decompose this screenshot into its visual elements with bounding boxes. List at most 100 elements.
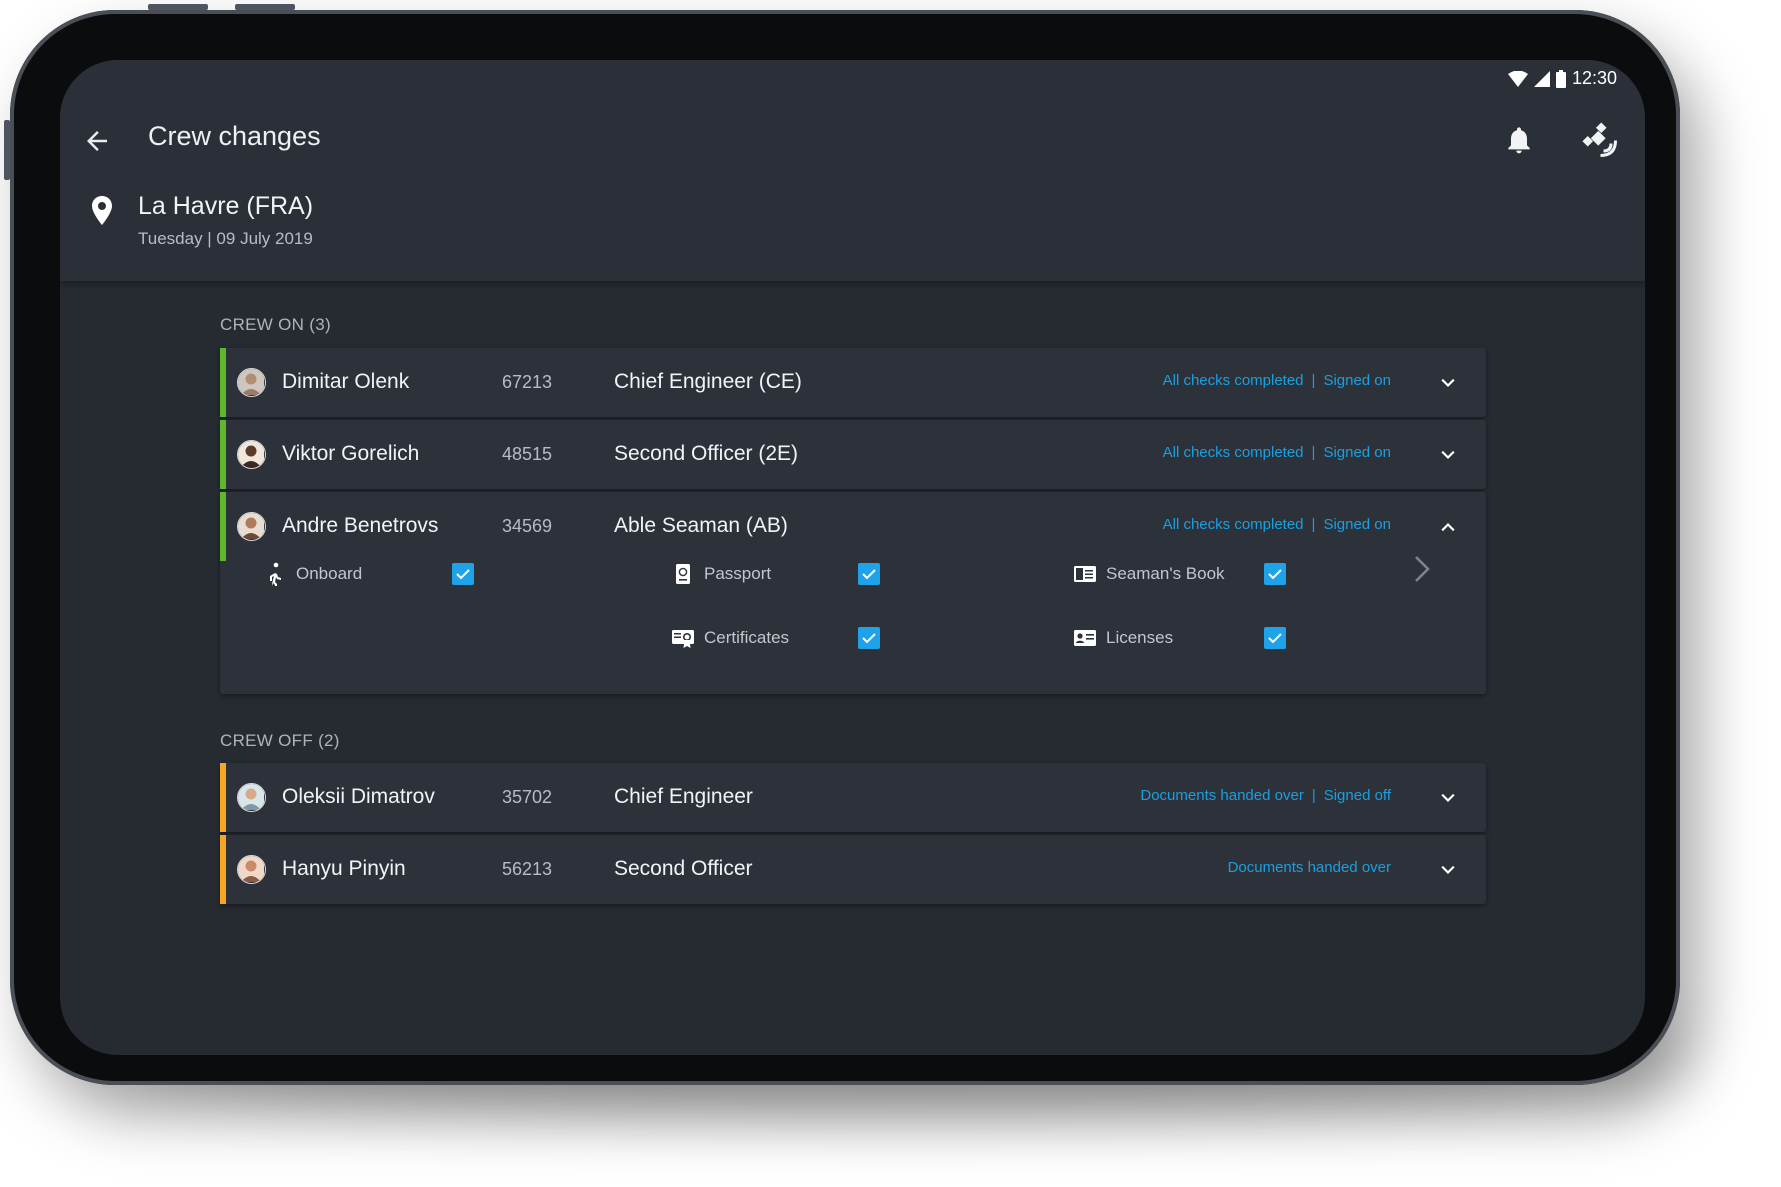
crew-status: All checks completed | Signed on [1163, 516, 1391, 533]
check-icon [862, 569, 876, 580]
crew-off-heading: CREW OFF (2) [220, 731, 340, 750]
avatar [237, 855, 266, 884]
crew-name: Viktor Gorelich [282, 442, 420, 465]
chevron-up-icon[interactable] [1438, 517, 1458, 537]
crew-name: Oleksii Dimatrov [282, 785, 435, 808]
seamans-book-checkbox[interactable] [1264, 563, 1286, 585]
check-label: Passport [704, 564, 772, 583]
crew-role: Second Officer (2E) [614, 442, 799, 465]
sign-status: Signed on [1323, 516, 1391, 533]
page-title: Crew changes [148, 121, 321, 151]
hardware-button-side [4, 120, 10, 180]
avatar [237, 512, 266, 541]
crew-row[interactable]: Hanyu Pinyin 56213 Second Officer Docume… [220, 835, 1486, 904]
certificates-checkbox[interactable] [858, 627, 880, 649]
status-stripe [220, 492, 226, 561]
screen: 12:30 Crew changes La Havre (FRA) Tuesda… [60, 60, 1645, 1055]
back-arrow-icon[interactable] [82, 126, 112, 156]
crew-role: Chief Engineer [614, 785, 753, 808]
crew-name: Hanyu Pinyin [282, 857, 406, 880]
passport-icon [676, 564, 690, 584]
bell-icon[interactable] [1503, 123, 1535, 157]
check-label: Seaman's Book [1106, 564, 1225, 583]
handover-status: Documents handed over [1140, 787, 1304, 804]
hardware-button-top-1 [148, 4, 208, 10]
status-stripe [220, 763, 226, 832]
crew-id: 35702 [502, 787, 553, 807]
crew-row[interactable]: Andre Benetrovs 34569 Able Seaman (AB) A… [220, 492, 1486, 561]
avatar [237, 368, 266, 397]
app-bar: Crew changes [60, 108, 1645, 174]
tablet-frame: 12:30 Crew changes La Havre (FRA) Tuesda… [4, 4, 1680, 1085]
port-name: La Havre (FRA) [138, 192, 314, 220]
check-status: All checks completed [1162, 444, 1304, 461]
chevron-down-icon[interactable] [1438, 788, 1458, 808]
crew-card-dimitar-olenk[interactable]: Dimitar Olenk 67213 Chief Engineer (CE) … [220, 348, 1486, 417]
passport-checkbox[interactable] [858, 563, 880, 585]
crew-role: Able Seaman (AB) [614, 514, 788, 537]
chevron-down-icon[interactable] [1438, 373, 1458, 393]
status-separator: | [1311, 787, 1316, 804]
port-date: Tuesday | 09 July 2019 [138, 229, 313, 248]
map-pin-icon [92, 196, 112, 225]
sign-status: Signed on [1323, 444, 1391, 461]
crew-status: All checks completed | Signed on [1163, 372, 1391, 389]
status-time: 12:30 [1571, 68, 1617, 88]
crew-row[interactable]: Oleksii Dimatrov 35702 Chief Engineer Do… [220, 763, 1486, 832]
certificate-icon [672, 630, 694, 648]
status-stripe [220, 348, 226, 417]
crew-id: 67213 [502, 372, 553, 392]
walking-person-icon [270, 562, 281, 586]
wifi-icon [1507, 70, 1528, 87]
crew-card-oleksii-dimatrov[interactable]: Oleksii Dimatrov 35702 Chief Engineer Do… [220, 763, 1486, 832]
handover-status: Documents handed over [1227, 859, 1391, 876]
crew-role: Chief Engineer (CE) [614, 370, 802, 393]
status-stripe [220, 835, 226, 904]
crew-card-viktor-gorelich[interactable]: Viktor Gorelich 48515 Second Officer (2E… [220, 420, 1486, 489]
crew-id: 56213 [502, 859, 553, 879]
crew-role: Second Officer [614, 857, 753, 880]
sign-status: Signed off [1323, 787, 1391, 804]
status-separator: | [1311, 516, 1316, 533]
check-icon [862, 633, 876, 644]
check-label: Onboard [296, 564, 363, 583]
crew-id: 34569 [502, 516, 553, 536]
crew-card-andre-benetrovs[interactable]: Andre Benetrovs 34569 Able Seaman (AB) A… [220, 492, 1486, 694]
satellite-icon[interactable] [1581, 121, 1617, 157]
seamans-book-icon [1074, 566, 1096, 582]
onboard-checkbox[interactable] [452, 563, 474, 585]
check-label: Licenses [1106, 628, 1174, 647]
crew-card-hanyu-pinyin[interactable]: Hanyu Pinyin 56213 Second Officer Docume… [220, 835, 1486, 904]
crew-status: All checks completed | Signed on [1163, 444, 1391, 461]
battery-icon [1555, 69, 1566, 88]
check-status: All checks completed [1162, 516, 1304, 533]
avatar [237, 440, 266, 469]
sign-status: Signed on [1323, 372, 1391, 389]
crew-status: Documents handed over | Signed off [1140, 787, 1391, 804]
crew-status: Documents handed over [1228, 859, 1391, 876]
checks-panel: Onboard Passport Seaman's Book Certifica… [220, 561, 1486, 709]
crew-name: Andre Benetrovs [282, 514, 439, 537]
check-icon [1268, 633, 1282, 644]
signal-icon [1533, 70, 1550, 87]
chevron-down-icon[interactable] [1438, 860, 1458, 880]
hardware-button-top-2 [235, 4, 295, 10]
license-card-icon [1074, 630, 1096, 646]
crew-name: Dimitar Olenk [282, 370, 410, 393]
status-separator: | [1311, 444, 1316, 461]
crew-row[interactable]: Dimitar Olenk 67213 Chief Engineer (CE) … [220, 348, 1486, 417]
check-label: Certificates [704, 628, 790, 647]
crew-id: 48515 [502, 444, 553, 464]
check-status: All checks completed [1162, 372, 1304, 389]
header: 12:30 Crew changes La Havre (FRA) Tuesda… [60, 60, 1645, 281]
check-icon [1268, 569, 1282, 580]
licenses-checkbox[interactable] [1264, 627, 1286, 649]
status-bar: 12:30 [1507, 68, 1617, 89]
avatar [237, 783, 266, 812]
crew-on-heading: CREW ON (3) [220, 315, 331, 334]
chevron-right-icon[interactable] [1412, 551, 1432, 587]
chevron-down-icon[interactable] [1438, 445, 1458, 465]
crew-row[interactable]: Viktor Gorelich 48515 Second Officer (2E… [220, 420, 1486, 489]
check-icon [456, 569, 470, 580]
status-stripe [220, 420, 226, 489]
